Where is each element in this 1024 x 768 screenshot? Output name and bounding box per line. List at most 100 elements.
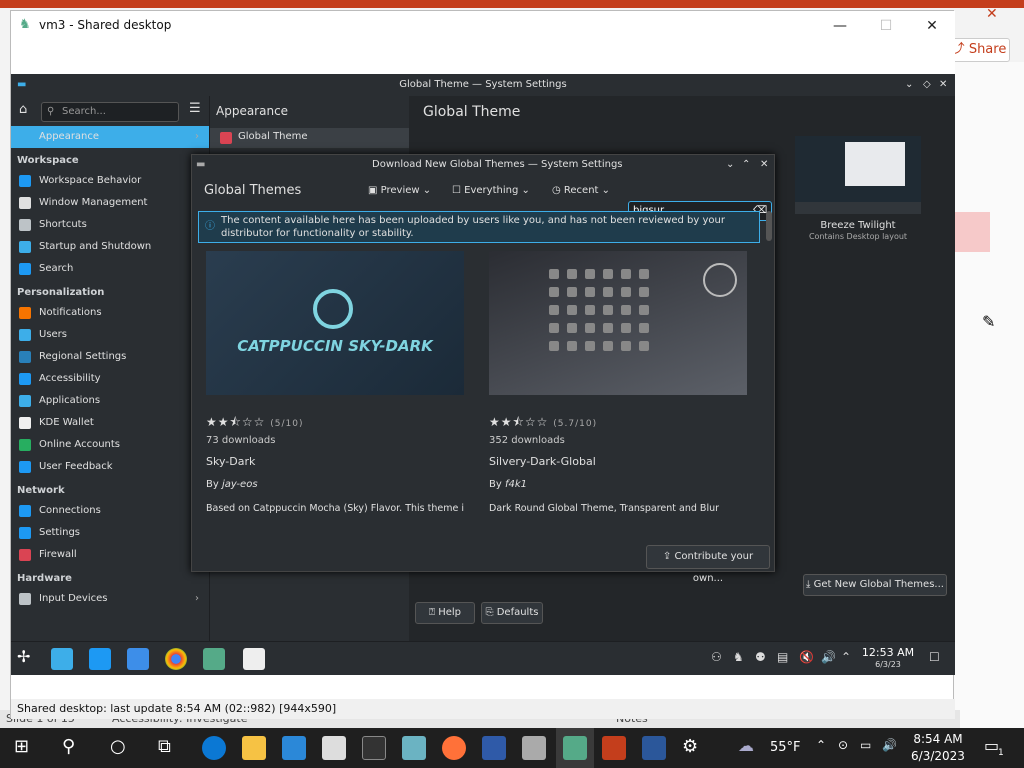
star-icon: ★ <box>217 415 230 429</box>
settings-task-icon[interactable] <box>51 648 73 670</box>
contribute-button[interactable]: ⇪ Contribute your own... <box>646 545 770 584</box>
defaults-button[interactable]: ⎘ Defaults <box>481 602 543 624</box>
show-desktop-icon[interactable]: ☐ <box>929 650 940 664</box>
powershell-icon[interactable] <box>482 736 506 760</box>
dialog-app-icon: ▬ <box>196 159 206 170</box>
discover-icon[interactable] <box>89 648 111 670</box>
notification-center-icon[interactable]: ▭ <box>984 736 999 755</box>
download-themes-dialog: ▬ Download New Global Themes — System Se… <box>191 154 775 584</box>
thumbnail-tile <box>585 287 595 297</box>
document-icon[interactable] <box>243 648 265 670</box>
minimize-chevron-icon[interactable]: ⌄ <box>905 74 913 96</box>
maximize-button[interactable]: ☐ <box>863 11 909 41</box>
sort-dropdown[interactable]: ◷ Recent ⌄ <box>552 175 610 207</box>
sidebar-item-window-management[interactable]: Window Management› <box>11 192 209 214</box>
sidebar-item-users[interactable]: Users <box>11 324 209 346</box>
theme-card[interactable]: ★★⯪☆☆ (5.7/10) 352 downloads Silvery-Dark-… <box>489 251 747 539</box>
sidebar-item-workspace-behavior[interactable]: Workspace Behavior› <box>11 170 209 192</box>
filter-dropdown[interactable]: ☐ Everything ⌄ <box>452 175 530 207</box>
home-icon[interactable]: ⌂ <box>19 102 27 117</box>
get-new-themes-button[interactable]: ⤓ Get New Global Themes... <box>803 574 947 596</box>
volume-muted-icon[interactable]: 🔇 <box>799 650 814 664</box>
host-edit-icon[interactable]: ✎ <box>982 312 995 331</box>
volume-icon[interactable]: 🔊 <box>821 650 836 664</box>
sidebar-item-kde-wallet[interactable]: KDE Wallet <box>11 412 209 434</box>
dialog-maximize-icon[interactable]: ⌃ <box>742 155 750 175</box>
sidebar-item-startup-and-shutdown[interactable]: Startup and Shutdown› <box>11 236 209 258</box>
dialog-close-icon[interactable]: ✕ <box>760 155 768 175</box>
speaker-icon[interactable]: 🔊 <box>882 738 897 752</box>
agent-tray-icon[interactable]: ♞ <box>733 650 744 664</box>
star-icon: ☆ <box>241 415 254 429</box>
sidebar-item-shortcuts[interactable]: Shortcuts› <box>11 214 209 236</box>
sidebar-item-search[interactable]: Search› <box>11 258 209 280</box>
sidebar-search-input[interactable]: ⚲ Search... <box>41 102 179 122</box>
sidebar-item-online-accounts[interactable]: Online Accounts <box>11 434 209 456</box>
dialog-minimize-icon[interactable]: ⌄ <box>726 155 734 175</box>
mail-icon[interactable] <box>322 736 346 760</box>
thumbnail-tile <box>621 305 631 315</box>
cortana-icon[interactable]: ○ <box>110 736 126 757</box>
subsidebar-item-global-theme[interactable]: Global Theme <box>210 128 410 148</box>
user-icon[interactable]: ⚇ <box>711 650 722 664</box>
remote-desktop-icon[interactable] <box>522 736 546 760</box>
theme-author[interactable]: By jay-eos <box>206 479 258 490</box>
sidebar-item-appearance[interactable]: Appearance › <box>11 126 209 148</box>
sidebar-item-regional-settings[interactable]: Regional Settings› <box>11 346 209 368</box>
search-icon[interactable]: ⚲ <box>62 736 75 757</box>
host-slide-thumb <box>954 212 990 252</box>
author-name: f4k1 <box>504 479 528 490</box>
tray-app-icon[interactable]: ⊙ <box>838 738 848 752</box>
chrome-icon[interactable] <box>165 648 187 670</box>
host-close-icon[interactable]: ✕ <box>986 6 998 22</box>
sidebar-item-connections[interactable]: Connections <box>11 500 209 522</box>
sidebar-item-user-feedback[interactable]: User Feedback <box>11 456 209 478</box>
store-icon[interactable] <box>282 736 306 760</box>
sidebar-item-settings[interactable]: Settings› <box>11 522 209 544</box>
weather-temp[interactable]: 55°F <box>770 740 801 755</box>
app-icon-teal[interactable] <box>402 736 426 760</box>
sidebar-item-applications[interactable]: Applications› <box>11 390 209 412</box>
close-x-icon[interactable]: ✕ <box>939 74 947 96</box>
thumbnail-tile <box>639 305 649 315</box>
task-view-icon[interactable]: ⧉ <box>158 736 171 757</box>
edge-icon[interactable] <box>202 736 226 760</box>
terminal-icon[interactable] <box>362 736 386 760</box>
theme-thumbnail[interactable]: CATPPUCCIN SKY-DARK <box>206 251 464 395</box>
files-icon[interactable] <box>127 648 149 670</box>
sidebar-item-input-devices[interactable]: Input Devices › <box>11 588 209 610</box>
weather-icon[interactable]: ☁ <box>738 736 754 755</box>
word-icon[interactable] <box>642 736 666 760</box>
close-button[interactable]: ✕ <box>909 11 955 41</box>
theme-card[interactable]: CATPPUCCIN SKY-DARK ★★⯪☆☆ (5/10) 73 downlo… <box>206 251 464 539</box>
theme-preview-thumb[interactable] <box>795 136 921 214</box>
file-explorer-icon[interactable] <box>242 736 266 760</box>
theme-thumbnail[interactable] <box>489 251 747 395</box>
windows-start-icon[interactable]: ⊞ <box>14 736 29 757</box>
firefox-icon[interactable] <box>442 736 466 760</box>
share-button[interactable]: ⤴ Share <box>948 38 1010 62</box>
storage-tray-icon[interactable]: ▤ <box>777 650 788 664</box>
app-launcher-icon[interactable]: ✢ <box>17 647 30 666</box>
taskbar-clock[interactable]: 8:54 AM <box>906 732 970 746</box>
tray-expand-icon[interactable]: ⌃ <box>841 650 851 664</box>
vm-agent-taskbar-button[interactable] <box>556 728 594 768</box>
panel-clock[interactable]: 12:53 AM <box>861 646 915 659</box>
network-icon[interactable]: ▭ <box>860 738 871 752</box>
tray-expand-icon[interactable]: ⌃ <box>816 738 826 752</box>
theme-author[interactable]: By f4k1 <box>489 479 527 490</box>
vm-agent-icon[interactable] <box>203 648 225 670</box>
accounts-tray-icon[interactable]: ⚉ <box>755 650 766 664</box>
maximize-diamond-icon[interactable]: ◇ <box>923 74 931 96</box>
settings-gear-icon[interactable]: ⚙ <box>682 736 698 757</box>
help-button[interactable]: ⍰ Help <box>415 602 475 624</box>
powerpoint-icon[interactable] <box>602 736 626 760</box>
sidebar-item-firewall[interactable]: Firewall <box>11 544 209 566</box>
defaults-icon: ⎘ <box>485 607 497 618</box>
dialog-scrollbar[interactable] <box>766 211 772 241</box>
hamburger-menu-icon[interactable]: ☰ <box>189 101 201 116</box>
sidebar-item-notifications[interactable]: Notifications <box>11 302 209 324</box>
sidebar-item-accessibility[interactable]: Accessibility <box>11 368 209 390</box>
minimize-button[interactable]: — <box>817 11 863 41</box>
view-mode-dropdown[interactable]: ▣ Preview ⌄ <box>368 175 431 207</box>
